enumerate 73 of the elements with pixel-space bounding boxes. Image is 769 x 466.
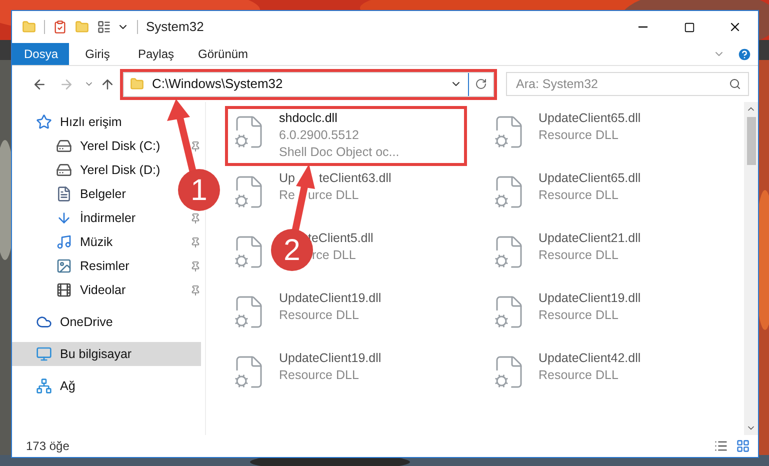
nav-item[interactable]: Bu bilgisayar bbox=[12, 342, 201, 366]
address-field[interactable]: C:\Windows\System32 bbox=[123, 72, 494, 96]
file-name: teClient5.dll bbox=[308, 230, 374, 247]
file-name: UpdateClient42.dll bbox=[538, 350, 641, 367]
document-icon bbox=[56, 186, 72, 202]
ribbon-tab[interactable]: Paylaş bbox=[126, 43, 186, 65]
file-detail: urce DLL bbox=[308, 187, 359, 204]
file-name: UpdateClient19.dll bbox=[279, 350, 382, 367]
nav-item[interactable]: Hızlı erişim bbox=[12, 110, 130, 134]
tiles-view-icon[interactable] bbox=[736, 439, 750, 453]
file-detail: Resource DLL bbox=[538, 187, 618, 204]
pin-icon[interactable] bbox=[190, 260, 201, 272]
item-count: 173 öğe bbox=[26, 438, 70, 455]
properties-icon[interactable] bbox=[53, 20, 67, 34]
file-name: Up bbox=[279, 170, 295, 187]
nav-item[interactable]: Belgeler bbox=[12, 182, 134, 206]
nav-item[interactable]: Resimler bbox=[12, 254, 138, 278]
file-name: UpdateClient65.dll bbox=[538, 170, 641, 187]
cloud-icon bbox=[36, 314, 52, 330]
file-detail: Resource DLL bbox=[279, 367, 359, 384]
file-detail: rce DLL bbox=[312, 247, 356, 264]
scrollbar[interactable] bbox=[744, 102, 758, 435]
pin-icon[interactable] bbox=[190, 140, 201, 152]
ribbon-tab[interactable]: Dosya bbox=[12, 43, 69, 65]
file-name: teClient63.dll bbox=[318, 170, 392, 187]
nav-item[interactable]: OneDrive bbox=[12, 310, 121, 334]
nav-item[interactable]: Yerel Disk (D:) bbox=[12, 158, 168, 182]
monitor-icon bbox=[36, 346, 52, 362]
file-detail: Resource DLL bbox=[538, 367, 618, 384]
file-detail: Shell Doc Object oc... bbox=[279, 144, 400, 161]
file-detail: 6.0.2900.5512 bbox=[279, 127, 359, 144]
refresh-icon[interactable] bbox=[475, 78, 487, 90]
search-icon[interactable] bbox=[729, 78, 741, 90]
nav-item[interactable]: Müzik bbox=[12, 230, 121, 254]
pin-icon[interactable] bbox=[190, 236, 201, 248]
network-icon bbox=[36, 378, 52, 394]
file-name: UpdateClient19.dll bbox=[279, 290, 382, 307]
file-detail: Resource DLL bbox=[538, 307, 618, 324]
file-name: UpdateClient65.dll bbox=[538, 110, 641, 127]
pin-icon[interactable] bbox=[190, 284, 201, 296]
file-detail: Resource DLL bbox=[538, 247, 618, 264]
drive-icon bbox=[56, 162, 72, 178]
file-name: UpdateClient19.dll bbox=[538, 290, 641, 307]
up-icon[interactable] bbox=[100, 76, 115, 92]
file-name: UpdateClient21.dll bbox=[538, 230, 641, 247]
drive-icon bbox=[56, 138, 72, 154]
help-icon[interactable] bbox=[737, 46, 752, 62]
address-path: C:\Windows\System32 bbox=[152, 75, 283, 94]
nav-item[interactable]: Ağ bbox=[12, 374, 84, 398]
file-name: shdoclc.dll bbox=[279, 110, 338, 127]
pin-icon[interactable] bbox=[190, 212, 201, 224]
folder-icon bbox=[130, 77, 144, 91]
scroll-thumb[interactable] bbox=[746, 117, 756, 165]
search-field[interactable]: Ara: System32 bbox=[506, 72, 749, 96]
file-detail: Resource DLL bbox=[279, 307, 359, 324]
ribbon-tab[interactable]: Giriş bbox=[69, 43, 126, 65]
film-icon bbox=[56, 282, 72, 298]
window-title: System32 bbox=[146, 18, 204, 36]
nav-item[interactable]: Yerel Disk (C:) bbox=[12, 134, 168, 158]
close-icon bbox=[728, 20, 742, 34]
music-icon bbox=[56, 234, 72, 250]
nav-item[interactable]: Videolar bbox=[12, 278, 134, 302]
details-view-icon[interactable] bbox=[714, 439, 728, 453]
layout-icon[interactable] bbox=[97, 20, 111, 34]
download-icon bbox=[56, 210, 72, 226]
star-icon bbox=[36, 114, 52, 130]
file-detail: Resource DLL bbox=[538, 127, 618, 144]
maximize-icon bbox=[684, 22, 694, 32]
nav-item[interactable]: İndirmeler bbox=[12, 206, 144, 230]
back-icon[interactable] bbox=[32, 76, 47, 92]
file-detail: Re bbox=[279, 187, 295, 204]
picture-icon bbox=[56, 258, 72, 274]
ribbon-tab[interactable]: Görünüm bbox=[186, 43, 260, 65]
